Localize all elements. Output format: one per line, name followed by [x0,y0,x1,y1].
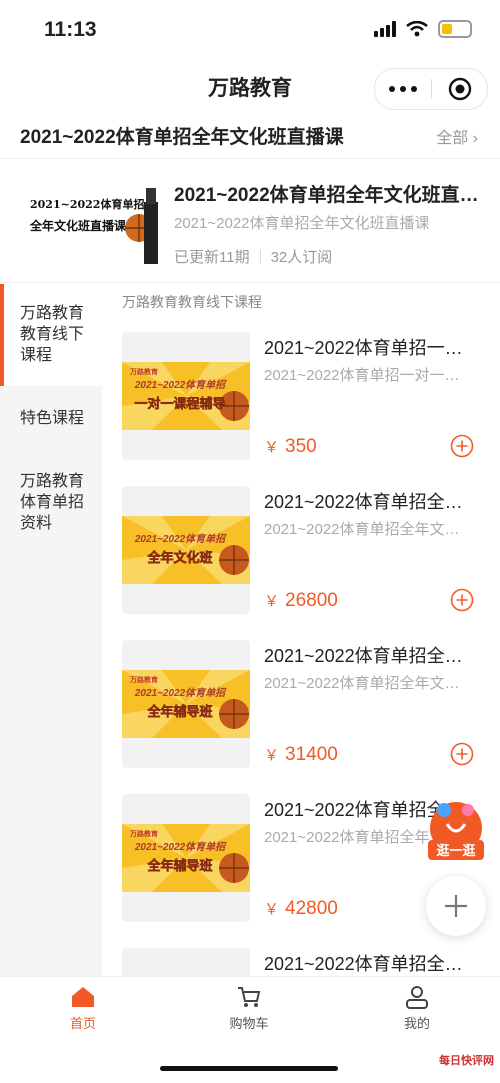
wifi-icon [406,21,428,37]
mini-program-capsule [374,68,488,110]
svg-text:万路教育: 万路教育 [129,675,158,684]
section-header: 2021~2022体育单招全年文化班直播课 全部 › [0,110,500,159]
meta-divider [259,249,261,264]
active-indicator [0,284,4,386]
nav-bar: 万路教育 [0,64,500,110]
status-icons [374,20,472,38]
add-to-cart-icon[interactable] [450,742,474,766]
svg-text:2021~2022体育单招: 2021~2022体育单招 [134,687,227,699]
product-price: ￥ 26800 [264,590,338,611]
product-thumbnail: 万路教育 2021~2022体育单招 全年辅导班 [122,794,250,922]
sidebar-item-label: 万路教育体育单招资料 [20,473,85,532]
product-item[interactable]: 万路教育 2021~2022体育单招 全年辅导班 2021~2022体育单招全年… [122,640,490,770]
plus-icon [445,895,467,917]
category-sidebar: 万路教育教育线下课程 特色课程 万路教育体育单招资料 [0,284,102,976]
course-cover-image: 2021~2022体育单招 全年文化班直播课 [22,180,162,264]
product-thumbnail: 2021~2022体育单招 全年文化班 [122,486,250,614]
add-to-cart-icon[interactable] [450,434,474,458]
browse-float-button[interactable]: 逛一逛 [424,800,488,862]
product-item[interactable]: 万路教育 2021~2022体育单招 一对一课程辅导 2021~2022体育单招… [122,332,490,462]
svg-text:全年文化班: 全年文化班 [146,550,212,565]
sidebar-item-label: 特色课程 [20,410,85,427]
product-price: ￥ 350 [264,436,317,457]
tab-label: 我的 [403,1016,430,1031]
product-banner-image: 2021~2022体育单招 全年文化班 [122,516,250,584]
product-subtitle: 2021~2022体育单招全年文化班 [264,675,474,692]
svg-text:万路教育: 万路教育 [129,829,158,838]
tab-label: 首页 [69,1016,96,1031]
course-meta: 已更新11期 32人订阅 [174,246,332,267]
svg-text:2021~2022体育单招: 2021~2022体育单招 [134,841,227,853]
add-to-cart-icon[interactable] [450,588,474,612]
tab-mine[interactable]: 我的 [362,985,472,1032]
browse-label: 逛一逛 [436,843,475,858]
product-banner-image: 万路教育 2021~2022体育单招 全年辅导班 [122,670,250,738]
cover-line1: 2021~2022体育单招 [30,197,144,211]
product-title: 2021~2022体育单招全年辅导班 [264,646,474,666]
course-subtitle: 2021~2022体育单招全年文化班直播课 [174,215,430,232]
sidebar-item-label: 万路教育教育线下课程 [20,305,85,364]
product-list: 万路教育教育线下课程 万路教育 2021~2022体育单招 一对一课程辅导 20… [102,284,500,1076]
product-subtitle: 2021~2022体育单招一对一课程辅导 [264,367,474,384]
tab-home[interactable]: 首页 [28,985,138,1032]
product-item[interactable]: 2021~2022体育单招 全年文化班 2021~2022体育单招全年文化班 2… [122,486,490,616]
product-banner-image: 万路教育 2021~2022体育单招 全年辅导班 [122,824,250,892]
more-menu-button[interactable] [375,69,431,109]
watermark: 每日快评网 [439,1055,494,1067]
product-thumbnail: 万路教育 2021~2022体育单招 一对一课程辅导 [122,332,250,460]
user-icon [406,986,428,1009]
status-time: 11:13 [44,18,97,41]
svg-text:2021~2022体育单招: 2021~2022体育单招 [134,533,227,545]
product-banner-image: 万路教育 2021~2022体育单招 一对一课程辅导 [122,362,250,430]
product-thumbnail: 万路教育 2021~2022体育单招 全年辅导班 [122,640,250,768]
svg-text:万路教育: 万路教育 [129,367,158,376]
home-indicator [160,1066,338,1071]
product-price: ￥ 42800 [264,898,338,919]
cover-line2: 全年文化班直播课 [29,218,127,233]
course-title: 2021~2022体育单招全年文化班直播课 [174,185,484,206]
battery-icon [438,20,472,38]
featured-course-card[interactable]: 2021~2022体育单招 全年文化班直播课 2021~2022体育单招全年文化… [0,160,500,283]
close-miniprogram-button[interactable] [432,69,487,109]
update-count: 已更新11期 [174,249,250,266]
tab-cart[interactable]: 购物车 [194,985,304,1032]
svg-text:全年辅导班: 全年辅导班 [146,704,212,719]
view-all-link[interactable]: 全部 › [436,124,478,148]
cart-icon [238,987,261,1007]
product-subtitle: 2021~2022体育单招全年文化班 [264,521,474,538]
home-icon [72,987,94,1007]
sidebar-item-featured-courses[interactable]: 特色课程 [0,386,102,452]
subscriber-count: 32人订阅 [270,249,333,266]
category-label: 万路教育教育线下课程 [122,294,262,310]
svg-text:一对一课程辅导: 一对一课程辅导 [134,396,225,411]
sidebar-item-materials[interactable]: 万路教育体育单招资料 [0,452,102,556]
status-bar: 11:13 [0,0,500,64]
product-title: 2021~2022体育单招一对一课程辅导 [264,338,474,358]
signal-icon [374,21,396,37]
svg-text:全年辅导班: 全年辅导班 [146,858,212,873]
section-title: 2021~2022体育单招全年文化班直播课 [20,127,344,148]
product-title: 2021~2022体育单招全年文化班 [264,954,474,974]
product-title: 2021~2022体育单招全年文化班 [264,492,474,512]
floating-add-button[interactable] [426,876,486,936]
product-price: ￥ 31400 [264,744,338,765]
target-icon [448,77,471,101]
sidebar-item-offline-courses[interactable]: 万路教育教育线下课程 [0,284,102,386]
tab-label: 购物车 [229,1016,269,1031]
svg-text:2021~2022体育单招: 2021~2022体育单招 [134,379,227,391]
